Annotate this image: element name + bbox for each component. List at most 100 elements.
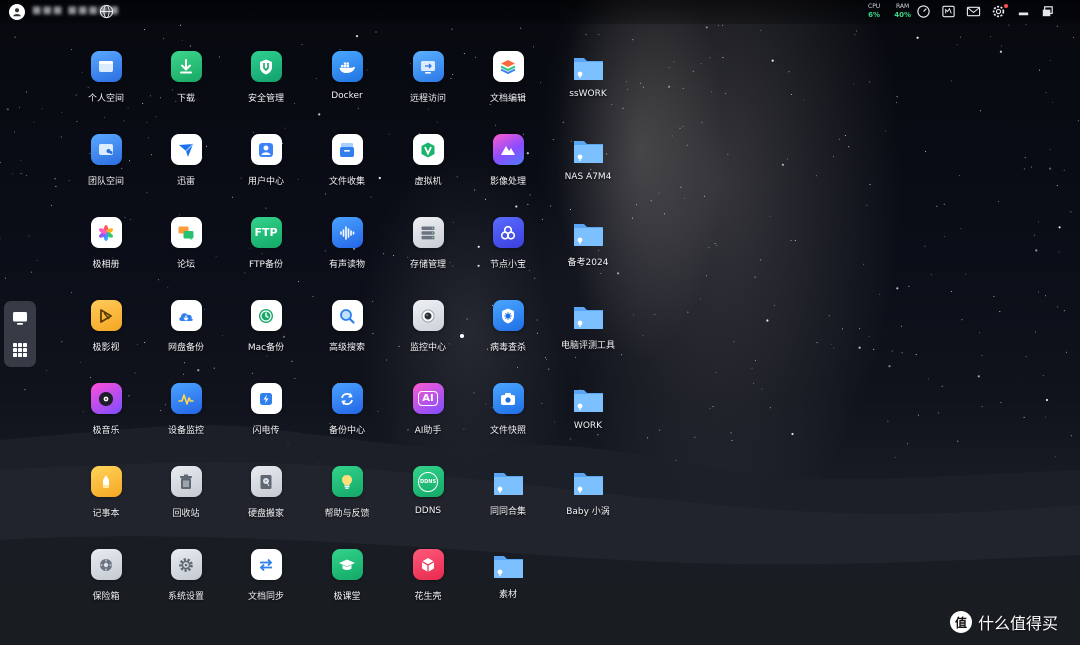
graduation-cap-icon [339,559,355,570]
ai-text-icon: AI [418,391,438,406]
app-help-feedback[interactable]: 帮助与反馈 [312,466,382,540]
resource-meters[interactable]: CPU 6% RAM 40% [868,3,911,19]
app-surveillance[interactable]: 监控中心 [393,300,463,374]
app-ftp-backup[interactable]: FTP FTP备份 [231,217,301,291]
folder-work[interactable]: WORK [553,383,623,457]
top-bar: ■■■ ■■■■■ CPU 6% RAM 40% [0,0,1080,24]
folder-exam-2024[interactable]: 备考2024 [553,217,623,291]
minimize-icon[interactable] [1016,4,1031,19]
app-peanut-shell[interactable]: 花生壳 [393,549,463,623]
app-classroom[interactable]: 极课堂 [312,549,382,623]
app-notepad[interactable]: 记事本 [71,466,141,540]
swap-arrows-icon [259,558,273,571]
app-file-snapshot[interactable]: 文件快照 [473,383,543,457]
speedometer-icon[interactable] [916,4,931,19]
folder-sswork[interactable]: ssWORK [553,51,623,125]
hard-disk-icon [260,474,272,489]
app-forum[interactable]: 论坛 [151,217,221,291]
app-storage-manage[interactable]: 存储管理 [393,217,463,291]
app-advanced-search[interactable]: 高级搜索 [312,300,382,374]
folder-collection[interactable]: 同同合集 [473,466,543,540]
clock-backup-icon [259,308,273,323]
app-virtual-machine[interactable]: 虚拟机 [393,134,463,208]
pencil-note-icon [103,474,109,488]
globe-icon[interactable] [99,4,114,19]
inbox-tray-icon [340,142,354,157]
folder-nas-a7m4[interactable]: NAS A7M4 [553,134,623,208]
app-file-collect[interactable]: 文件收集 [312,134,382,208]
cloud-download-icon [179,312,193,321]
app-user-center[interactable]: 用户中心 [231,134,301,208]
app-xunlei[interactable]: 迅雷 [151,134,221,208]
app-mac-backup[interactable]: Mac备份 [231,300,301,374]
layers-stack-icon [500,59,516,74]
node-knot-icon [500,225,516,240]
app-doc-sync[interactable]: 文档同步 [231,549,301,623]
mountain-image-icon [501,145,515,155]
chat-bubbles-icon [178,226,194,240]
folder-icon [493,556,523,578]
app-safe-box[interactable]: 保险箱 [71,549,141,623]
mail-icon[interactable] [966,4,981,19]
gear-icon [179,557,193,572]
magnifier-icon [340,308,355,324]
app-ai-assistant[interactable]: AI AI助手 [393,383,463,457]
app-recycle-bin[interactable]: 回收站 [151,466,221,540]
app-node-treasure[interactable]: 节点小宝 [473,217,543,291]
app-ddns[interactable]: DDNS DDNS [393,466,463,540]
app-audiobook[interactable]: 有声读物 [312,217,382,291]
app-image-process[interactable]: 影像处理 [473,134,543,208]
app-document-edit[interactable]: 文档编辑 [473,51,543,125]
folder-materials[interactable]: 素材 [473,549,543,623]
user-avatar[interactable] [9,4,25,20]
app-flash-transfer[interactable]: 闪电传 [231,383,301,457]
left-dock [4,301,36,367]
folder-icon [573,307,603,329]
app-photo-album[interactable]: 极相册 [71,217,141,291]
app-docker[interactable]: Docker [312,51,382,125]
lightning-card-icon [260,392,272,405]
monitor-panel-icon[interactable] [941,4,956,19]
app-security[interactable]: 安全管理 [231,51,301,125]
app-team-space[interactable]: 团队空间 [71,134,141,208]
vm-badge-icon [421,142,435,157]
smzdm-watermark: 值 什么值得买 [950,610,1058,634]
app-personal-space[interactable]: 个人空间 [71,51,141,125]
notification-dot [1004,4,1008,8]
app-device-monitor[interactable]: 设备监控 [151,383,221,457]
user-card-icon [259,142,273,157]
folder-icon [573,141,603,163]
app-download[interactable]: 下载 [151,51,221,125]
user-icon [13,8,21,17]
ram-meter: RAM 40% [894,3,911,19]
ftp-text-icon: FTP [254,226,278,239]
pulse-line-icon [178,393,194,405]
folder-icon [573,473,603,495]
folder-icon [573,58,603,80]
camera-icon [501,392,515,405]
folder-icon [573,224,603,246]
desktop-icon[interactable] [12,310,28,326]
app-disk-migrate[interactable]: 硬盘搬家 [231,466,301,540]
folder-pc-benchmark-tools[interactable]: 电脑评测工具 [553,300,623,374]
app-cloud-backup[interactable]: 网盘备份 [151,300,221,374]
folder-baby[interactable]: Baby 小涡 [553,466,623,540]
remote-monitor-icon [421,60,435,74]
app-grid-icon[interactable] [12,342,28,358]
cpu-meter: CPU 6% [868,3,881,19]
app-antivirus[interactable]: 病毒查杀 [473,300,543,374]
app-backup-center[interactable]: 备份中心 [312,383,382,457]
folder-icon [573,390,603,412]
app-music[interactable]: 极音乐 [71,383,141,457]
server-stack-icon [421,226,435,239]
cube-icon [421,557,435,572]
folder-icon [493,473,523,495]
trash-icon [180,474,192,489]
folder-window-icon [99,60,113,72]
app-system-settings[interactable]: 系统设置 [151,549,221,623]
app-remote-access[interactable]: 远程访问 [393,51,463,125]
lightbulb-icon [342,474,352,489]
app-video[interactable]: 极影视 [71,300,141,374]
restore-icon[interactable] [1040,4,1055,19]
watermark-logo: 值 [950,611,972,633]
